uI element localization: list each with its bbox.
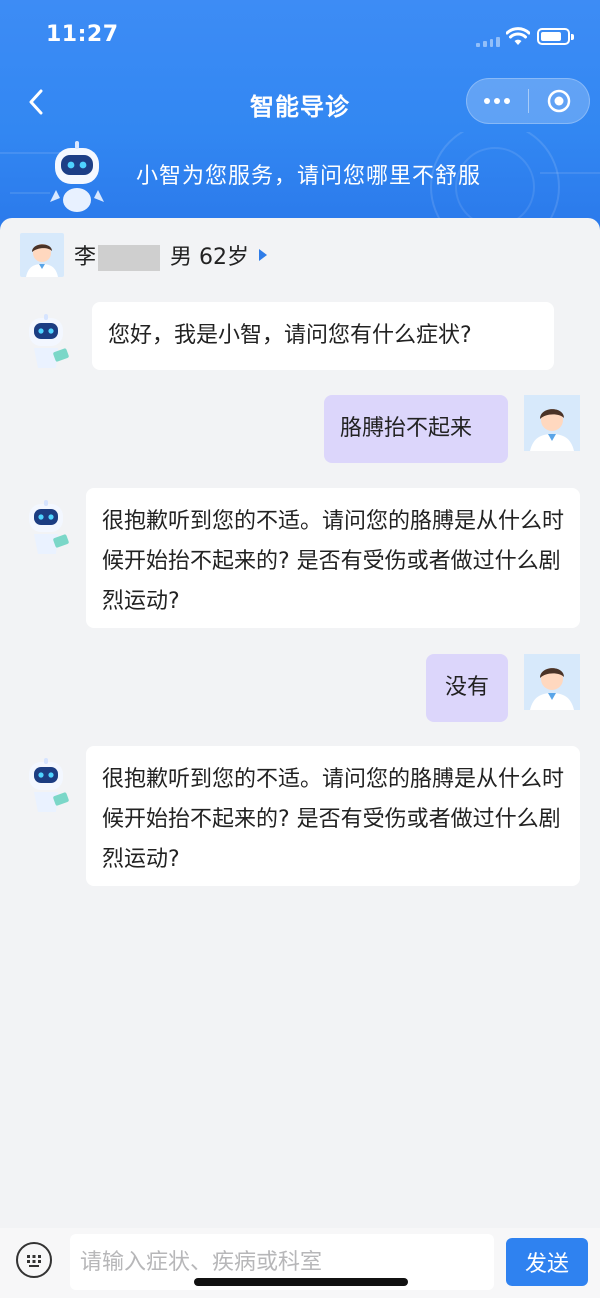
keyboard-icon [27,1255,41,1267]
patient-name: 李 [74,239,161,271]
banner-decoration [540,172,600,174]
home-indicator [194,1278,408,1286]
bot-avatar-icon [29,758,69,812]
caret-right-icon [259,249,268,261]
close-miniprogram-button[interactable] [528,79,589,123]
more-dots-icon [484,98,491,104]
target-close-icon [547,89,570,113]
bot-avatar-icon [29,314,69,368]
user-message: 没有 [426,654,508,722]
patient-avatar [20,233,64,277]
bot-message: 很抱歉听到您的不适。请问您的胳膊是从什么时候开始抬不起来的? 是否有受伤或者做过… [86,488,580,628]
miniprogram-capsule [466,78,590,124]
user-avatar [524,395,580,451]
keyboard-toggle-button[interactable] [16,1242,52,1278]
nav-bar: 智能导诊 [0,72,600,132]
battery-icon [537,28,574,45]
patient-selector[interactable]: 李 男 62岁 [20,232,268,278]
patient-surname: 李 [74,245,97,270]
chat-area: 李 男 62岁 您好，我是小智，请问您有什么症状? 胳膊抬不起来 很抱歉听到您的… [0,218,600,1228]
user-message: 胳膊抬不起来 [324,395,508,463]
banner-text: 小智为您服务，请问您哪里不舒服 [136,164,482,189]
user-avatar [524,654,580,710]
input-bar: 发送 [0,1228,600,1298]
wifi-icon [506,27,530,45]
bot-avatar-icon [29,500,69,554]
send-button[interactable]: 发送 [506,1238,588,1286]
name-privacy-mask [98,245,161,271]
cellular-signal-icon [476,37,500,47]
bot-message: 很抱歉听到您的不适。请问您的胳膊是从什么时候开始抬不起来的? 是否有受伤或者做过… [86,746,580,886]
status-time: 11:27 [46,22,119,47]
status-bar: 11:27 [0,0,600,72]
more-menu-button[interactable] [467,79,528,123]
banner-decoration [10,192,50,194]
welcome-banner: 小智为您服务，请问您哪里不舒服 [0,132,600,222]
patient-gender-age: 男 62岁 [170,245,250,270]
bot-message: 您好，我是小智，请问您有什么症状? [92,302,554,370]
robot-mascot-icon [50,141,104,212]
